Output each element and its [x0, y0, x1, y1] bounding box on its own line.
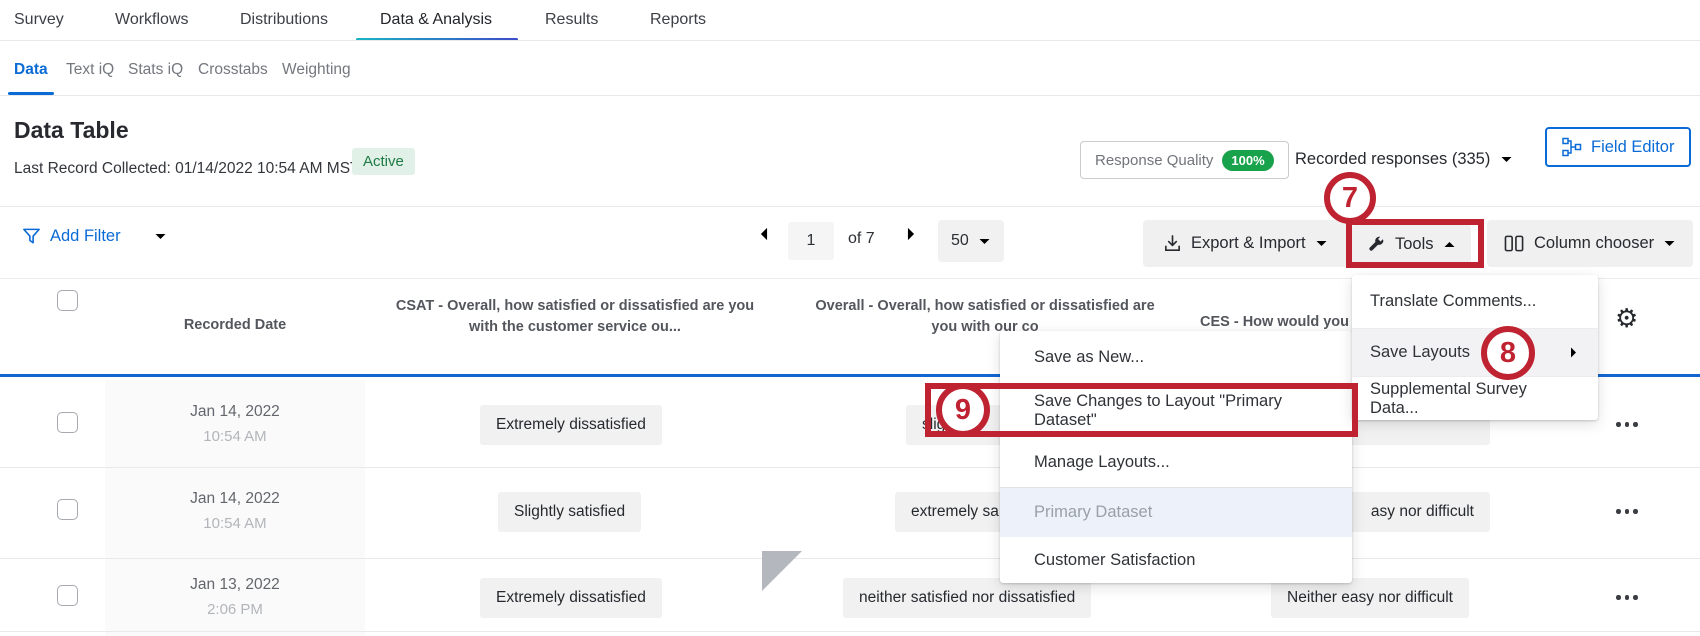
status-badge: Active	[352, 148, 415, 175]
response-quality-label: Response Quality	[1095, 152, 1213, 169]
chevron-down-icon	[154, 232, 167, 241]
column-header-ces: CES - How would you	[1200, 312, 1349, 333]
recorded-date-cell: Jan 14, 2022 10:54 AM	[105, 490, 365, 532]
menu-item-supplemental-survey-data[interactable]: Supplemental Survey Data...	[1352, 377, 1598, 420]
time-value: 10:54 AM	[105, 428, 365, 445]
nav-tab-data-analysis[interactable]: Data & Analysis	[380, 11, 492, 29]
column-header-recorded-date: Recorded Date	[105, 315, 365, 336]
row-checkbox[interactable]	[57, 499, 78, 520]
last-record-collected: Last Record Collected: 01/14/2022 10:54 …	[14, 160, 360, 178]
page-size-dropdown[interactable]: 50	[938, 220, 1004, 262]
date-value: Jan 13, 2022	[105, 576, 365, 594]
subtab-stats-iq[interactable]: Stats iQ	[128, 61, 183, 79]
field-editor-button[interactable]: Field Editor	[1545, 127, 1691, 167]
qualtrics-data-analysis-page: Survey Workflows Distributions Data & An…	[0, 0, 1700, 636]
overall-cell: neither satisfied nor dissatisfied	[843, 578, 1091, 618]
csat-cell: Extremely dissatisfied	[480, 578, 662, 618]
export-import-button[interactable]: Export & Import	[1143, 220, 1348, 267]
chevron-down-icon	[978, 237, 991, 246]
divider	[0, 95, 1700, 96]
column-chooser-label: Column chooser	[1534, 234, 1654, 253]
nav-tab-reports[interactable]: Reports	[650, 11, 706, 29]
overall-header-line1: Overall - Overall, how satisfied or diss…	[785, 296, 1185, 317]
menu-item-save-layouts[interactable]: Save Layouts	[1352, 328, 1598, 377]
chevron-down-icon	[1315, 239, 1328, 248]
row-checkbox[interactable]	[57, 585, 78, 606]
column-header-csat: CSAT - Overall, how satisfied or dissati…	[365, 296, 785, 338]
export-import-label: Export & Import	[1191, 234, 1306, 253]
time-value: 10:54 AM	[105, 515, 365, 532]
annotation-circle-7: 7	[1324, 172, 1376, 224]
nav-tab-survey[interactable]: Survey	[14, 11, 64, 29]
annotation-circle-8: 8	[1481, 326, 1535, 380]
divider	[0, 40, 1700, 41]
filter-icon	[22, 227, 41, 246]
annotation-box-tools	[1346, 219, 1484, 268]
divider	[0, 206, 1700, 207]
annotation-circle-9: 9	[936, 383, 990, 437]
response-quality-value: 100%	[1222, 150, 1273, 171]
csat-cell: Extremely dissatisfied	[480, 405, 662, 445]
recorded-responses-label: Recorded responses (335)	[1295, 150, 1490, 169]
row-actions-button[interactable]	[1616, 595, 1638, 600]
nav-tab-workflows[interactable]: Workflows	[115, 11, 189, 29]
save-layouts-submenu: Save as New... Save Changes to Layout "P…	[1000, 331, 1352, 583]
row-divider	[0, 558, 1700, 559]
field-editor-icon	[1562, 137, 1582, 157]
subtab-text-iq[interactable]: Text iQ	[66, 61, 114, 79]
recorded-responses-dropdown[interactable]: Recorded responses (335)	[1295, 150, 1513, 169]
menu-item-translate-comments[interactable]: Translate Comments...	[1352, 275, 1598, 328]
ces-cell: Neither easy nor difficult	[1271, 578, 1469, 618]
csat-header-line1: CSAT - Overall, how satisfied or dissati…	[365, 296, 785, 317]
nav-tab-results[interactable]: Results	[545, 11, 598, 29]
chevron-down-icon	[1500, 155, 1513, 164]
recorded-date-cell: Jan 14, 2022 10:54 AM	[105, 403, 365, 445]
page-title: Data Table	[14, 117, 129, 144]
download-icon	[1163, 234, 1182, 253]
field-editor-label: Field Editor	[1591, 138, 1674, 157]
row-divider	[0, 631, 1700, 632]
tools-menu: Translate Comments... Save Layouts Suppl…	[1352, 275, 1598, 420]
page-number-input[interactable]: 1	[788, 222, 834, 260]
select-all-checkbox[interactable]	[57, 290, 78, 311]
menu-item-manage-layouts[interactable]: Manage Layouts...	[1000, 437, 1352, 487]
menu-item-save-as-new[interactable]: Save as New...	[1000, 331, 1352, 385]
row-divider	[0, 467, 1700, 468]
date-value: Jan 14, 2022	[105, 490, 365, 508]
page-count-label: of 7	[848, 230, 875, 248]
add-filter-button[interactable]: Add Filter	[22, 227, 167, 246]
subtab-weighting[interactable]: Weighting	[282, 61, 351, 79]
save-layouts-label: Save Layouts	[1370, 343, 1470, 362]
csat-header-line2: with the customer service ou...	[365, 317, 785, 338]
subtab-crosstabs[interactable]: Crosstabs	[198, 61, 268, 79]
menu-item-primary-dataset[interactable]: Primary Dataset	[1000, 487, 1352, 537]
row-actions-button[interactable]	[1616, 422, 1638, 427]
nav-tab-distributions[interactable]: Distributions	[240, 11, 328, 29]
page-previous-button[interactable]	[758, 226, 770, 242]
add-filter-label: Add Filter	[50, 227, 121, 246]
response-quality-button[interactable]: Response Quality 100%	[1080, 141, 1289, 179]
date-value: Jan 14, 2022	[105, 403, 365, 421]
page-size-value: 50	[951, 232, 969, 250]
menu-item-customer-satisfaction[interactable]: Customer Satisfaction	[1000, 537, 1352, 583]
recorded-date-cell: Jan 13, 2022 2:06 PM	[105, 576, 365, 618]
chevron-right-icon	[1569, 346, 1578, 359]
row-actions-button[interactable]	[1616, 509, 1638, 514]
chevron-down-icon	[1663, 239, 1676, 248]
corner-triangle-marker	[762, 551, 802, 591]
subtab-data[interactable]: Data	[14, 61, 48, 79]
page-next-button[interactable]	[905, 226, 917, 242]
gear-icon[interactable]: ⚙	[1615, 305, 1638, 331]
row-checkbox[interactable]	[57, 412, 78, 433]
csat-cell: Slightly satisfied	[498, 492, 641, 532]
column-chooser-button[interactable]: Column chooser	[1487, 220, 1693, 267]
columns-icon	[1504, 234, 1525, 253]
time-value: 2:06 PM	[105, 601, 365, 618]
